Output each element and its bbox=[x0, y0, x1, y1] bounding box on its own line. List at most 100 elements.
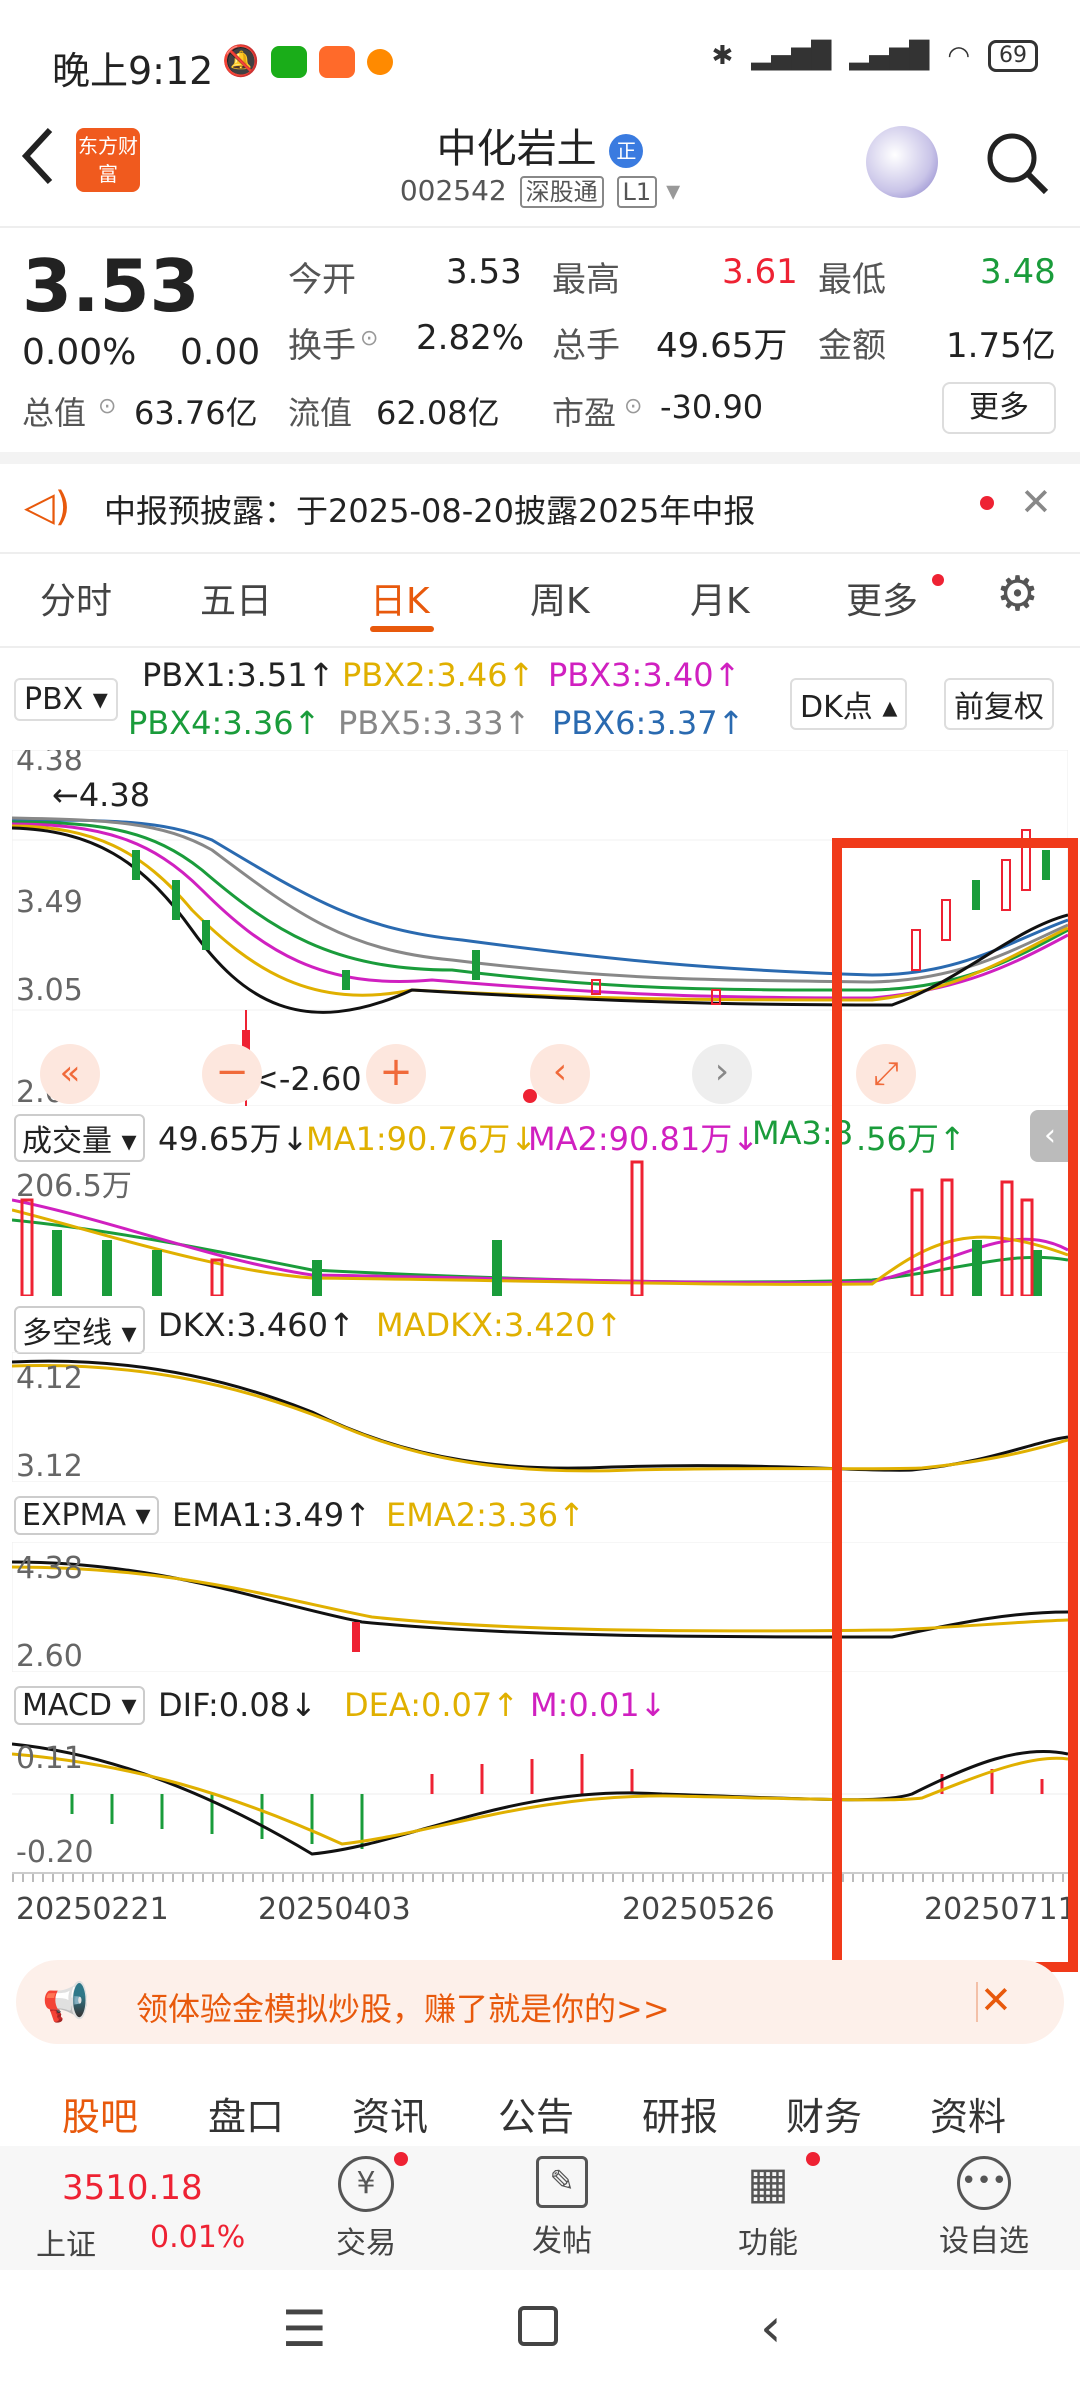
date-label-1: 20250221 bbox=[16, 1892, 169, 1927]
divider bbox=[976, 1982, 978, 2022]
pbx2: PBX2:3.46↑ bbox=[342, 656, 535, 694]
pbx6: PBX6:3.37↑ bbox=[552, 704, 745, 742]
info-icon[interactable]: ⊙ bbox=[624, 394, 642, 419]
tab-finance[interactable]: 财务 bbox=[786, 2086, 862, 2141]
chevron-down-icon[interactable]: ▾ bbox=[666, 174, 680, 207]
info-icon[interactable]: ⊙ bbox=[98, 394, 116, 419]
divider bbox=[0, 552, 1080, 554]
banner-text[interactable]: 领体验金模拟炒股，赚了就是你的>> bbox=[136, 1984, 670, 2030]
volume-indicator-select[interactable]: 成交量 ▾ bbox=[14, 1114, 145, 1162]
dk-label: DK点 bbox=[800, 690, 873, 725]
volume-value: 49.65万 bbox=[656, 326, 788, 366]
scroll-right-button[interactable]: › bbox=[692, 1044, 752, 1104]
index-pct[interactable]: 0.01% bbox=[150, 2220, 245, 2255]
mcap-value: 63.76亿 bbox=[134, 394, 258, 432]
macd-label-text: MACD bbox=[22, 1688, 112, 1723]
turnover-label: 换手 bbox=[288, 326, 356, 366]
scroll-left-fast-button[interactable]: « bbox=[40, 1044, 100, 1104]
ema2-value: EMA2:3.36↑ bbox=[386, 1496, 585, 1534]
float-value: 62.08亿 bbox=[376, 394, 500, 432]
pe-value: -30.90 bbox=[660, 388, 764, 426]
zoom-out-button[interactable]: − bbox=[202, 1044, 262, 1104]
stock-name: 中化岩土 bbox=[436, 126, 597, 172]
pct-change: 0.00% bbox=[22, 332, 137, 373]
stock-code: 002542 bbox=[399, 174, 507, 207]
info-icon[interactable]: ⊙ bbox=[360, 326, 378, 351]
add-favorite-button[interactable]: ••• 设自选 bbox=[924, 2156, 1044, 2266]
tab-pankou[interactable]: 盘口 bbox=[208, 2086, 284, 2141]
tab-news[interactable]: 资讯 bbox=[352, 2086, 428, 2141]
dkx-indicator-select[interactable]: 多空线 ▾ bbox=[14, 1306, 145, 1354]
more-dots-icon: ••• bbox=[957, 2156, 1011, 2210]
tab-announcement[interactable]: 公告 bbox=[498, 2086, 574, 2141]
index-value[interactable]: 3510.18 bbox=[62, 2168, 203, 2208]
menu-icon[interactable]: ☰ bbox=[282, 2300, 327, 2358]
volume-value: 49.65万↓ bbox=[158, 1120, 309, 1158]
badge-icon: 正 bbox=[609, 134, 644, 168]
date-label-3: 20250526 bbox=[622, 1892, 775, 1927]
high-label: 最高 bbox=[552, 260, 620, 300]
pe-label: 市盈 bbox=[552, 394, 617, 432]
index-name[interactable]: 上证 bbox=[36, 2220, 96, 2264]
abs-change: 0.00 bbox=[180, 332, 261, 373]
dk-point-select[interactable]: DK点 ▴ bbox=[790, 678, 908, 730]
zoom-in-button[interactable]: + bbox=[366, 1044, 426, 1104]
tab-underline bbox=[370, 626, 434, 632]
yen-icon: ¥ bbox=[338, 2156, 394, 2212]
tab-daily-k[interactable]: 日K bbox=[370, 572, 430, 624]
tab-research[interactable]: 研报 bbox=[642, 2086, 718, 2141]
post-button[interactable]: ✎ 发帖 bbox=[512, 2156, 612, 2266]
dkx-label-text: 多空线 bbox=[22, 1316, 112, 1351]
kline-max-label: ←4.38 bbox=[52, 776, 150, 814]
banner-close-icon[interactable]: ✕ bbox=[980, 1978, 1012, 2022]
macd-dea: DEA:0.07↑ bbox=[344, 1686, 520, 1724]
madkx-value: MADKX:3.420↑ bbox=[376, 1306, 623, 1344]
function-button[interactable]: ▦ 功能 bbox=[718, 2156, 818, 2266]
low-value: 3.48 bbox=[980, 252, 1056, 292]
tab-weekly-k[interactable]: 周K bbox=[530, 572, 590, 624]
pbx5: PBX5:3.33↑ bbox=[338, 704, 531, 742]
close-icon[interactable]: ✕ bbox=[1020, 480, 1052, 524]
kline-min-label: <-2.60 bbox=[252, 1060, 362, 1098]
status-system-icons: ✱ ▂▄▆█ ▂▄▆█ ◠ 69 bbox=[712, 40, 1038, 72]
edit-icon: ✎ bbox=[536, 2156, 588, 2208]
tab-monthly-k[interactable]: 月K bbox=[690, 572, 750, 624]
gear-icon[interactable]: ⚙ bbox=[996, 566, 1039, 622]
open-value: 3.53 bbox=[446, 252, 522, 292]
macd-y2: -0.20 bbox=[16, 1835, 94, 1870]
high-value: 3.61 bbox=[722, 252, 798, 292]
function-dot bbox=[806, 2152, 820, 2166]
back-nav-icon[interactable]: ‹ bbox=[760, 2296, 782, 2359]
amount-label: 金额 bbox=[818, 326, 886, 366]
grid-icon: ▦ bbox=[747, 2158, 789, 2209]
mute-icon: 🔕 bbox=[222, 44, 260, 79]
robot-avatar-icon[interactable] bbox=[866, 126, 938, 198]
pbx1: PBX1:3.51↑ bbox=[142, 656, 335, 694]
tab-profile[interactable]: 资料 bbox=[930, 2086, 1006, 2141]
battery-icon: 69 bbox=[988, 40, 1038, 72]
trade-label: 交易 bbox=[336, 2226, 396, 2261]
macd-indicator-select[interactable]: MACD ▾ bbox=[14, 1686, 145, 1725]
more-button[interactable]: 更多 bbox=[942, 382, 1056, 434]
pbx-label: PBX bbox=[24, 682, 84, 717]
wifi-icon: ◠ bbox=[947, 41, 970, 71]
status-notification-icons: 🔕 bbox=[222, 44, 394, 79]
mcap-label: 总值 bbox=[22, 394, 87, 432]
tab-five-day[interactable]: 五日 bbox=[200, 572, 272, 624]
expma-indicator-select[interactable]: EXPMA ▾ bbox=[14, 1496, 159, 1535]
trade-button[interactable]: ¥ 交易 bbox=[316, 2156, 416, 2266]
signal-icon-2: ▂▄▆█ bbox=[849, 41, 930, 71]
scroll-left-button[interactable]: ‹ bbox=[530, 1044, 590, 1104]
kline-y1: 4.38 bbox=[16, 750, 83, 778]
tab-intraday[interactable]: 分时 bbox=[40, 572, 112, 624]
tab-more[interactable]: 更多 bbox=[846, 572, 918, 624]
search-icon[interactable] bbox=[984, 130, 1050, 200]
tag-level: L1 bbox=[616, 176, 658, 208]
home-icon[interactable] bbox=[518, 2306, 558, 2346]
notice-text[interactable]: 中报预披露：于2025-08-20披露2025年中报 bbox=[104, 486, 755, 532]
tab-guba[interactable]: 股吧 bbox=[62, 2086, 138, 2141]
weibo-icon bbox=[367, 48, 394, 75]
indicator-select-pbx[interactable]: PBX ▾ bbox=[14, 678, 118, 721]
adjust-select[interactable]: 前复权 bbox=[944, 678, 1054, 730]
post-label: 发帖 bbox=[532, 2224, 592, 2259]
